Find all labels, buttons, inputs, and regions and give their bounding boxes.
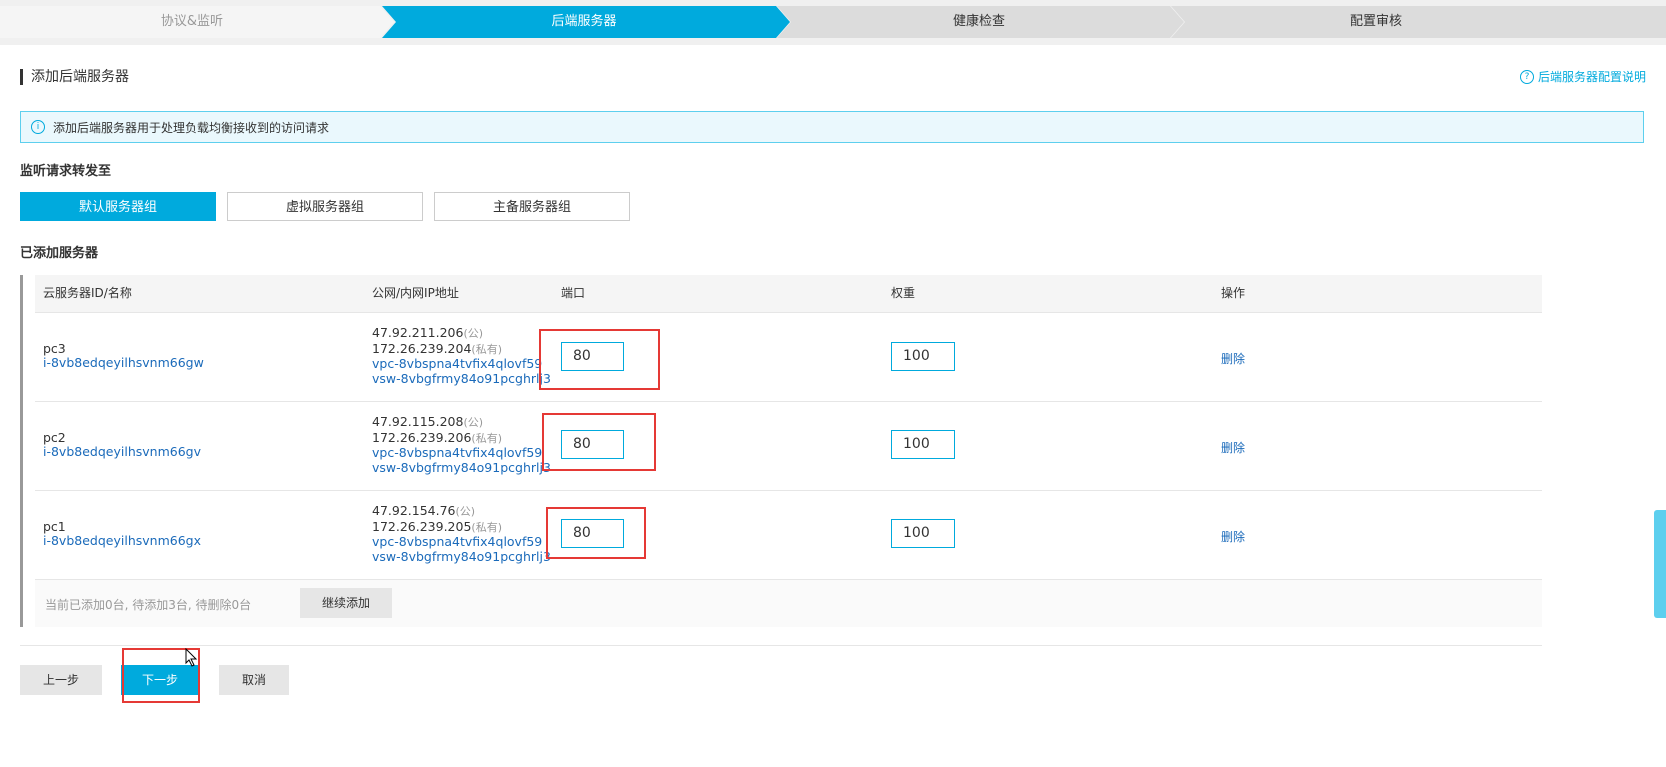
ip-cell: 47.92.115.208(公) 172.26.239.206(私有) vpc-… xyxy=(372,414,551,476)
virtual-group-button[interactable]: 虚拟服务器组 xyxy=(227,192,423,221)
info-text: 添加后端服务器用于处理负载均衡接收到的访问请求 xyxy=(53,120,330,135)
server-name: pc3 xyxy=(43,341,66,356)
server-cell: pc1 i-8vb8edqeyilhsvnm66gx xyxy=(43,520,201,548)
server-id-link[interactable]: i-8vb8edqeyilhsvnm66gv xyxy=(43,445,201,459)
public-ip: 47.92.211.206 xyxy=(372,325,464,340)
weight-input[interactable]: 100 xyxy=(891,342,955,371)
public-tag: (公) xyxy=(463,327,484,340)
public-tag: (公) xyxy=(463,416,484,429)
table-row: pc2 i-8vb8edqeyilhsvnm66gv 47.92.115.208… xyxy=(35,401,1542,491)
col-header-port: 端口 xyxy=(561,286,586,300)
forward-label: 监听请求转发至 xyxy=(20,164,112,179)
step-label-1: 协议&监听 xyxy=(160,14,224,29)
page-title: 添加后端服务器 xyxy=(20,69,129,85)
table-footer: 当前已添加0台, 待添加3台, 待删除0台 继续添加 xyxy=(35,579,1542,627)
vsw-link[interactable]: vsw-8vbgfrmy84o91pcghrlj3 xyxy=(372,549,551,565)
info-icon: i xyxy=(31,120,45,134)
step-label-4: 配置审核 xyxy=(1349,14,1402,29)
col-header-weight: 权重 xyxy=(891,286,916,300)
step-bg-4 xyxy=(1171,6,1666,38)
prev-step-button[interactable]: 上一步 xyxy=(20,665,102,695)
delete-link[interactable]: 删除 xyxy=(1221,528,1245,545)
server-table: 云服务器ID/名称 公网/内网IP地址 端口 权重 操作 pc3 i-8vb8e… xyxy=(20,275,1545,627)
step-protocol-listener: 协议&监听 xyxy=(0,6,394,38)
add-more-button[interactable]: 继续添加 xyxy=(300,588,392,618)
port-input[interactable]: 80 xyxy=(561,430,624,459)
help-link[interactable]: ? 后端服务器配置说明 xyxy=(1519,68,1646,85)
table-row: pc1 i-8vb8edqeyilhsvnm66gx 47.92.154.76(… xyxy=(35,490,1542,580)
info-banner: i 添加后端服务器用于处理负载均衡接收到的访问请求 xyxy=(20,111,1644,143)
table-header: 云服务器ID/名称 公网/内网IP地址 端口 权重 操作 xyxy=(35,275,1542,312)
delete-link[interactable]: 删除 xyxy=(1221,350,1245,367)
server-cell: pc3 i-8vb8edqeyilhsvnm66gw xyxy=(43,342,204,370)
public-ip: 47.92.115.208 xyxy=(372,414,464,429)
private-tag: (私有) xyxy=(471,431,502,445)
private-ip: 172.26.239.204 xyxy=(372,340,472,356)
master-slave-group-button[interactable]: 主备服务器组 xyxy=(434,192,630,221)
public-ip: 47.92.154.76 xyxy=(372,503,456,518)
help-link-label: 后端服务器配置说明 xyxy=(1537,70,1646,84)
col-header-ip: 公网/内网IP地址 xyxy=(372,286,459,300)
weight-input[interactable]: 100 xyxy=(891,430,955,459)
step-label-2: 后端服务器 xyxy=(551,14,617,29)
default-group-button[interactable]: 默认服务器组 xyxy=(20,192,216,221)
step-label-3: 健康检查 xyxy=(952,14,1005,29)
server-id-link[interactable]: i-8vb8edqeyilhsvnm66gx xyxy=(43,534,201,548)
port-input[interactable]: 80 xyxy=(561,342,624,371)
vsw-link[interactable]: vsw-8vbgfrmy84o91pcghrlj3 xyxy=(372,460,551,476)
table-row: pc3 i-8vb8edqeyilhsvnm66gw 47.92.211.206… xyxy=(35,312,1542,402)
private-tag: (私有) xyxy=(471,342,502,356)
server-name: pc1 xyxy=(43,519,66,534)
private-tag: (私有) xyxy=(471,520,502,534)
step-progress: 协议&监听 后端服务器 健康检查 配置审核 xyxy=(0,6,1666,38)
private-ip: 172.26.239.206 xyxy=(372,429,472,445)
step-health-check: 健康检查 xyxy=(777,6,1184,38)
main-panel: 添加后端服务器 ? 后端服务器配置说明 i 添加后端服务器用于处理负载均衡接收到… xyxy=(0,45,1666,767)
step-config-review: 配置审核 xyxy=(1171,6,1666,38)
summary-text: 当前已添加0台, 待添加3台, 待删除0台 xyxy=(45,598,252,612)
server-id-link[interactable]: i-8vb8edqeyilhsvnm66gw xyxy=(43,356,204,370)
vpc-link[interactable]: vpc-8vbspna4tvfix4qlovf59 xyxy=(372,534,551,550)
feedback-side-tab[interactable] xyxy=(1654,510,1666,618)
port-input[interactable]: 80 xyxy=(561,519,624,548)
public-tag: (公) xyxy=(455,505,476,518)
question-icon: ? xyxy=(1519,69,1534,84)
ip-cell: 47.92.154.76(公) 172.26.239.205(私有) vpc-8… xyxy=(372,503,551,565)
divider xyxy=(20,645,1542,646)
step-backend-servers: 后端服务器 xyxy=(382,6,790,38)
vpc-link[interactable]: vpc-8vbspna4tvfix4qlovf59 xyxy=(372,356,551,372)
col-header-id: 云服务器ID/名称 xyxy=(43,286,132,300)
private-ip: 172.26.239.205 xyxy=(372,518,472,534)
added-servers-label: 已添加服务器 xyxy=(20,246,99,261)
cancel-button[interactable]: 取消 xyxy=(219,665,289,695)
delete-link[interactable]: 删除 xyxy=(1221,439,1245,456)
vpc-link[interactable]: vpc-8vbspna4tvfix4qlovf59 xyxy=(372,445,551,461)
mouse-cursor-icon xyxy=(185,648,198,667)
weight-input[interactable]: 100 xyxy=(891,519,955,548)
server-name: pc2 xyxy=(43,430,66,445)
vsw-link[interactable]: vsw-8vbgfrmy84o91pcghrlj3 xyxy=(372,371,551,387)
ip-cell: 47.92.211.206(公) 172.26.239.204(私有) vpc-… xyxy=(372,325,551,387)
server-cell: pc2 i-8vb8edqeyilhsvnm66gv xyxy=(43,431,201,459)
col-header-action: 操作 xyxy=(1221,286,1246,300)
